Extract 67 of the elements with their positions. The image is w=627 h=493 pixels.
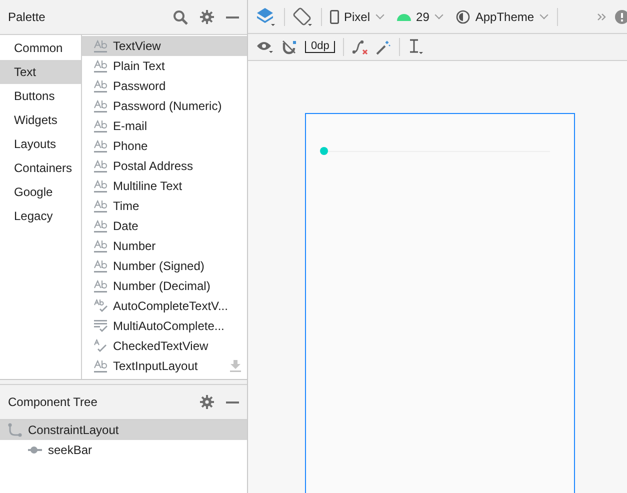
palette-item[interactable]: AutoCompleteTextV... (82, 296, 247, 316)
magic-wand-icon[interactable] (376, 40, 392, 54)
theme-icon (456, 10, 470, 24)
palette-category[interactable]: Containers (0, 156, 81, 180)
palette-item[interactable]: Password (82, 76, 247, 96)
tree-node[interactable]: seekBar (0, 440, 247, 460)
seekbar-icon (28, 446, 42, 454)
text-field-icon (94, 79, 108, 93)
rotate-icon[interactable] (293, 6, 313, 26)
palette-item[interactable]: Number (82, 236, 247, 256)
text-field-icon (94, 199, 108, 213)
text-field-icon (94, 159, 108, 173)
palette-item[interactable]: TextView (82, 36, 247, 56)
palette-item[interactable]: Number (Signed) (82, 256, 247, 276)
text-field-icon (94, 279, 108, 293)
palette-category[interactable]: Text (0, 60, 81, 84)
android-icon (397, 12, 412, 21)
text-field-icon (94, 39, 108, 53)
checked-text-icon (94, 339, 108, 353)
palette-item[interactable]: Phone (82, 136, 247, 156)
settings-icon[interactable] (200, 395, 214, 409)
search-icon[interactable] (173, 10, 188, 24)
palette-item[interactable]: Multiline Text (82, 176, 247, 196)
theme-dropdown[interactable]: AppTheme (456, 10, 550, 24)
palette-item[interactable]: MultiAutoComplete... (82, 316, 247, 336)
autocomplete-icon (94, 299, 108, 313)
text-field-icon (94, 359, 108, 373)
eye-icon[interactable] (256, 40, 274, 54)
magnet-icon[interactable] (282, 40, 297, 54)
constraint-layout-icon (8, 423, 22, 437)
palette-category[interactable]: Layouts (0, 132, 81, 156)
layers-icon[interactable] (256, 6, 276, 26)
palette-item[interactable]: Password (Numeric) (82, 96, 247, 116)
panel-title: Component Tree (8, 395, 98, 409)
api-dropdown[interactable]: 29 (397, 10, 444, 24)
text-field-icon (94, 259, 108, 273)
palette-category[interactable]: Google (0, 180, 81, 204)
text-field-icon (94, 119, 108, 133)
device-dropdown[interactable]: Pixel (330, 10, 386, 24)
text-field-icon (94, 99, 108, 113)
palette-item[interactable]: Postal Address (82, 156, 247, 176)
tree-node[interactable]: ConstraintLayout (0, 420, 247, 440)
overflow-icon[interactable] (597, 12, 607, 20)
palette-category[interactable]: Common (0, 36, 81, 60)
text-field-icon (94, 59, 108, 73)
panel-title: Palette (8, 10, 46, 24)
palette-category[interactable]: Legacy (0, 204, 81, 228)
palette-item[interactable]: CheckedTextView (82, 336, 247, 356)
palette-item[interactable]: Plain Text (82, 56, 247, 76)
settings-icon[interactable] (200, 10, 214, 24)
clear-constraints-icon[interactable] (352, 39, 368, 55)
palette-item[interactable]: Time (82, 196, 247, 216)
palette-item[interactable]: E-mail (82, 116, 247, 136)
palette-item[interactable]: TextInputLayout (82, 356, 247, 376)
text-field-icon (94, 219, 108, 233)
palette-item[interactable]: Number (Decimal) (82, 276, 247, 296)
multi-autocomplete-icon (94, 319, 108, 333)
palette-category[interactable]: Buttons (0, 84, 81, 108)
phone-icon (330, 10, 339, 24)
text-field-icon (94, 239, 108, 253)
warning-icon[interactable] (615, 10, 627, 24)
align-icon[interactable] (408, 39, 424, 55)
default-margin-field[interactable]: 0dp (305, 41, 336, 53)
palette-item[interactable]: Date (82, 216, 247, 236)
text-field-icon (94, 179, 108, 193)
text-field-icon (94, 139, 108, 153)
palette-category[interactable]: Widgets (0, 108, 81, 132)
